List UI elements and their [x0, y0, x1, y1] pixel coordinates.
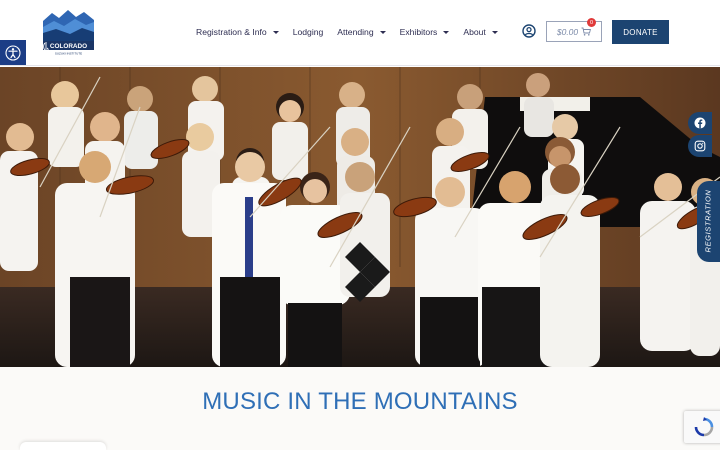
nav-label: Lodging: [292, 27, 324, 37]
site-logo[interactable]: COLORADO SUZUKI INSTITUTE: [42, 7, 95, 56]
cart-amount: $0.00: [556, 26, 579, 37]
registration-tab-label: REGISTRATION: [703, 189, 713, 253]
cart-button[interactable]: $0.00 0: [546, 18, 602, 42]
nav-exhibitors[interactable]: Exhibitors: [400, 27, 450, 37]
nav-label: Exhibitors: [399, 27, 438, 37]
cart-count-badge: 0: [587, 18, 596, 27]
user-account-icon[interactable]: [522, 24, 536, 38]
nav-label: About: [463, 27, 486, 37]
registration-tab[interactable]: REGISTRATION: [697, 181, 720, 262]
chevron-down-icon: [272, 30, 279, 34]
cart-icon: [581, 27, 592, 36]
nav-label: Registration & Info: [196, 27, 267, 37]
main-nav: Registration & Info Lodging Attending Ex…: [196, 24, 512, 40]
accessibility-icon[interactable]: [0, 40, 26, 65]
logo-text: COLORADO: [50, 43, 87, 50]
facebook-icon[interactable]: [688, 112, 712, 134]
nav-about[interactable]: About: [463, 27, 498, 37]
chevron-down-icon: [491, 30, 498, 34]
chevron-down-icon: [379, 30, 386, 34]
nav-attending[interactable]: Attending: [337, 27, 386, 37]
site-header: COLORADO SUZUKI INSTITUTE Registration &…: [0, 0, 720, 66]
logo-subtext: SUZUKI INSTITUTE: [55, 52, 82, 56]
chevron-down-icon: [443, 30, 450, 34]
instagram-icon[interactable]: [688, 135, 712, 157]
recaptcha-icon[interactable]: [684, 411, 720, 443]
nav-lodging[interactable]: Lodging: [293, 27, 324, 37]
page-headline: MUSIC IN THE MOUNTAINS: [202, 388, 518, 415]
chat-widget-tab[interactable]: [20, 442, 106, 450]
nav-label: Attending: [337, 27, 374, 37]
donate-button[interactable]: DONATE: [612, 20, 669, 44]
nav-registration-info[interactable]: Registration & Info: [196, 27, 279, 37]
hero-image: [0, 67, 720, 367]
